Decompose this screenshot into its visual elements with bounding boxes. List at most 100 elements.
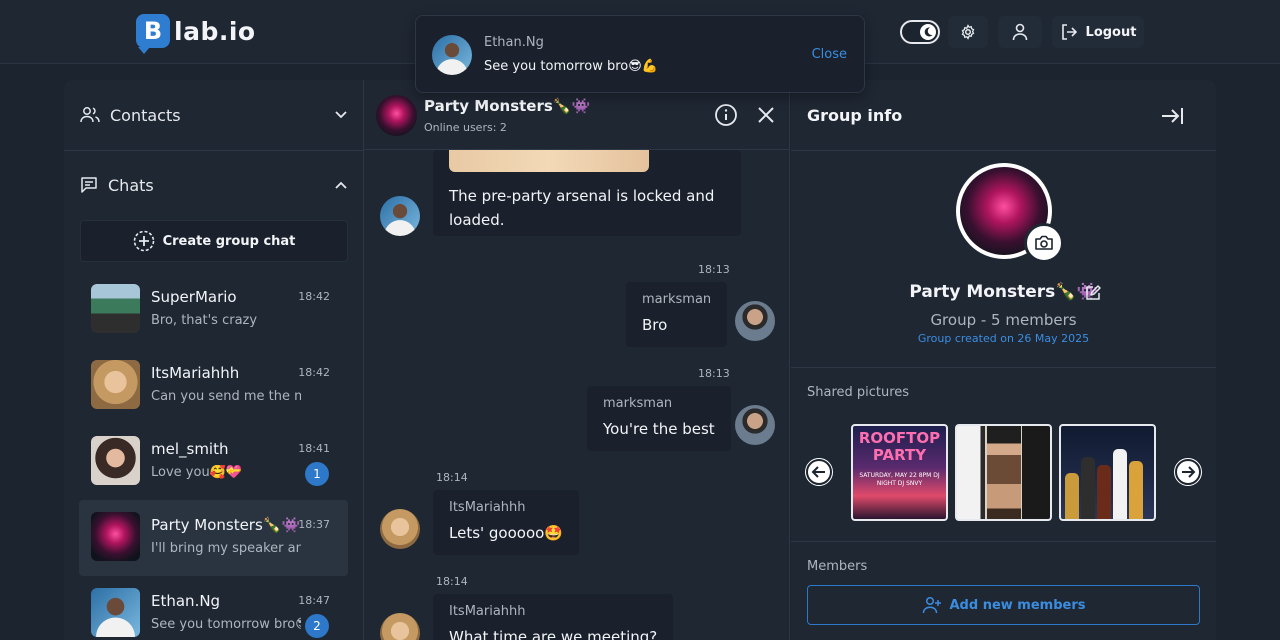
- unread-badge: 1: [305, 462, 329, 486]
- logo-text: lab.io: [174, 16, 256, 46]
- shared-image[interactable]: [449, 150, 649, 172]
- chat-time: 18:37: [298, 518, 330, 531]
- message-sender: ItsMariahhh: [449, 500, 526, 515]
- chat-window: Party Monsters🍾👾 Online users: 2 The pre…: [363, 80, 790, 640]
- chat-list-item[interactable]: ItsMariahhh 18:42 Can you send me the mc: [79, 348, 348, 424]
- arrow-right-icon: [1175, 459, 1201, 485]
- toast-sender: Ethan.Ng: [484, 35, 544, 50]
- sender-avatar: [380, 509, 420, 549]
- chat-preview: I'll bring my speaker and: [151, 541, 301, 556]
- avatar: [91, 360, 140, 409]
- message-time: 18:13: [698, 367, 730, 380]
- group-info-panel: Group info Party Monsters🍾👾 Group - 5 me…: [791, 80, 1216, 640]
- group-avatar[interactable]: [376, 95, 417, 136]
- logout-icon: [1061, 24, 1077, 40]
- close-icon[interactable]: [757, 106, 775, 124]
- shared-pictures-label: Shared pictures: [807, 385, 910, 400]
- message-text: You're the best: [603, 420, 715, 438]
- sender-avatar: [735, 301, 775, 341]
- logo[interactable]: B lab.io: [136, 14, 256, 54]
- chat-title: Party Monsters🍾👾: [424, 97, 591, 115]
- message-text: Bro: [642, 316, 668, 334]
- toast-avatar: [432, 35, 472, 75]
- arrow-left-icon: [806, 459, 832, 485]
- create-group-chat-button[interactable]: Create group chat: [80, 220, 348, 262]
- message-text: Lets' gooooo🤩: [449, 524, 563, 542]
- shared-picture[interactable]: [955, 424, 1052, 521]
- chat-preview: See you tomorrow bro😎: [151, 617, 301, 632]
- chevron-down-icon: [335, 111, 347, 119]
- avatar: [91, 512, 140, 561]
- toast-close-button[interactable]: Close: [812, 47, 847, 62]
- message-sender: marksman: [642, 292, 712, 307]
- poster-details: SATURDAY, MAY 22 8PM DJ NIGHT DJ SNVY: [859, 472, 940, 487]
- contacts-section-header[interactable]: Contacts: [80, 80, 348, 150]
- message-bubble: marksman Bro: [626, 282, 728, 347]
- avatar: [91, 436, 140, 485]
- sender-avatar: [735, 405, 775, 445]
- gear-icon: [961, 24, 975, 40]
- moon-icon: [920, 24, 936, 40]
- message-text: The pre-party arsenal is locked and load…: [449, 187, 715, 229]
- sender-avatar: [380, 196, 420, 236]
- online-users: Online users: 2: [424, 121, 507, 134]
- prev-picture-button[interactable]: [803, 456, 835, 488]
- message-sender: ItsMariahhh: [449, 604, 526, 619]
- collapse-panel-icon[interactable]: [1160, 106, 1184, 126]
- group-created-date: Group created on 26 May 2025: [917, 332, 1090, 345]
- chats-label: Chats: [108, 175, 154, 195]
- unread-badge: 2: [305, 614, 329, 638]
- chat-time: 18:42: [298, 366, 330, 379]
- logout-button[interactable]: Logout: [1052, 16, 1144, 48]
- logo-mark: B: [136, 14, 170, 54]
- add-members-label: Add new members: [949, 597, 1086, 613]
- settings-button[interactable]: [948, 16, 988, 48]
- contacts-icon: [80, 107, 100, 123]
- panel-title: Group info: [807, 106, 903, 125]
- add-members-button[interactable]: Add new members: [807, 585, 1200, 625]
- profile-button[interactable]: [998, 16, 1042, 48]
- chat-name: mel_smith: [151, 440, 229, 458]
- toast-message: See you tomorrow bro😎💪: [484, 59, 658, 74]
- plus-circle-icon: [133, 230, 154, 252]
- next-picture-button[interactable]: [1172, 456, 1204, 488]
- message-bubble: marksman You're the best: [587, 386, 731, 451]
- create-group-label: Create group chat: [162, 233, 296, 249]
- logout-label: Logout: [1085, 24, 1137, 40]
- info-divider: [791, 367, 1216, 368]
- chat-list-item-active[interactable]: Party Monsters🍾👾 18:37 I'll bring my spe…: [79, 500, 348, 576]
- user-icon: [1012, 23, 1028, 41]
- add-user-icon: [922, 596, 941, 614]
- sender-avatar: [380, 613, 420, 640]
- chat-time: 18:47: [298, 594, 330, 607]
- poster-line-1: ROOFTOP: [858, 429, 941, 447]
- chat-icon: [81, 177, 97, 193]
- notification-toast: Ethan.Ng See you tomorrow bro😎💪 Close: [415, 15, 865, 93]
- group-name: Party Monsters🍾👾: [909, 282, 1098, 302]
- chat-preview: Bro, that's crazy: [151, 313, 258, 328]
- sidebar: Contacts Chats Create group chat SuperMa…: [64, 80, 363, 640]
- poster-line-2: PARTY: [872, 446, 927, 464]
- chat-list-item[interactable]: mel_smith 18:41 Love you🥰💝 1: [79, 424, 348, 500]
- chat-preview: Can you send me the mc: [151, 389, 301, 404]
- chats-section-header[interactable]: Chats: [80, 150, 348, 220]
- chat-list-item[interactable]: Ethan.Ng 18:47 See you tomorrow bro😎 2: [79, 576, 348, 640]
- message-sender: marksman: [603, 396, 673, 411]
- edit-icon[interactable]: [1085, 285, 1101, 301]
- info-icon[interactable]: [714, 103, 738, 127]
- avatar: [91, 284, 140, 333]
- chat-list-item[interactable]: SuperMario 18:42 Bro, that's crazy: [79, 272, 348, 348]
- message-time: 18:13: [698, 263, 730, 276]
- chat-time: 18:41: [298, 442, 330, 455]
- theme-toggle[interactable]: [900, 20, 940, 44]
- group-member-count: Group - 5 members: [930, 311, 1077, 329]
- shared-picture[interactable]: [1059, 424, 1156, 521]
- change-picture-button[interactable]: [1024, 223, 1064, 263]
- shared-picture[interactable]: ROOFTOP PARTY SATURDAY, MAY 22 8PM DJ NIG…: [851, 424, 948, 521]
- chat-name: SuperMario: [151, 288, 237, 306]
- chevron-up-icon: [335, 181, 347, 189]
- avatar: [91, 588, 140, 637]
- chat-name: Party Monsters🍾👾: [151, 516, 301, 534]
- chat-time: 18:42: [298, 290, 330, 303]
- chat-preview: Love you🥰💝: [151, 465, 243, 480]
